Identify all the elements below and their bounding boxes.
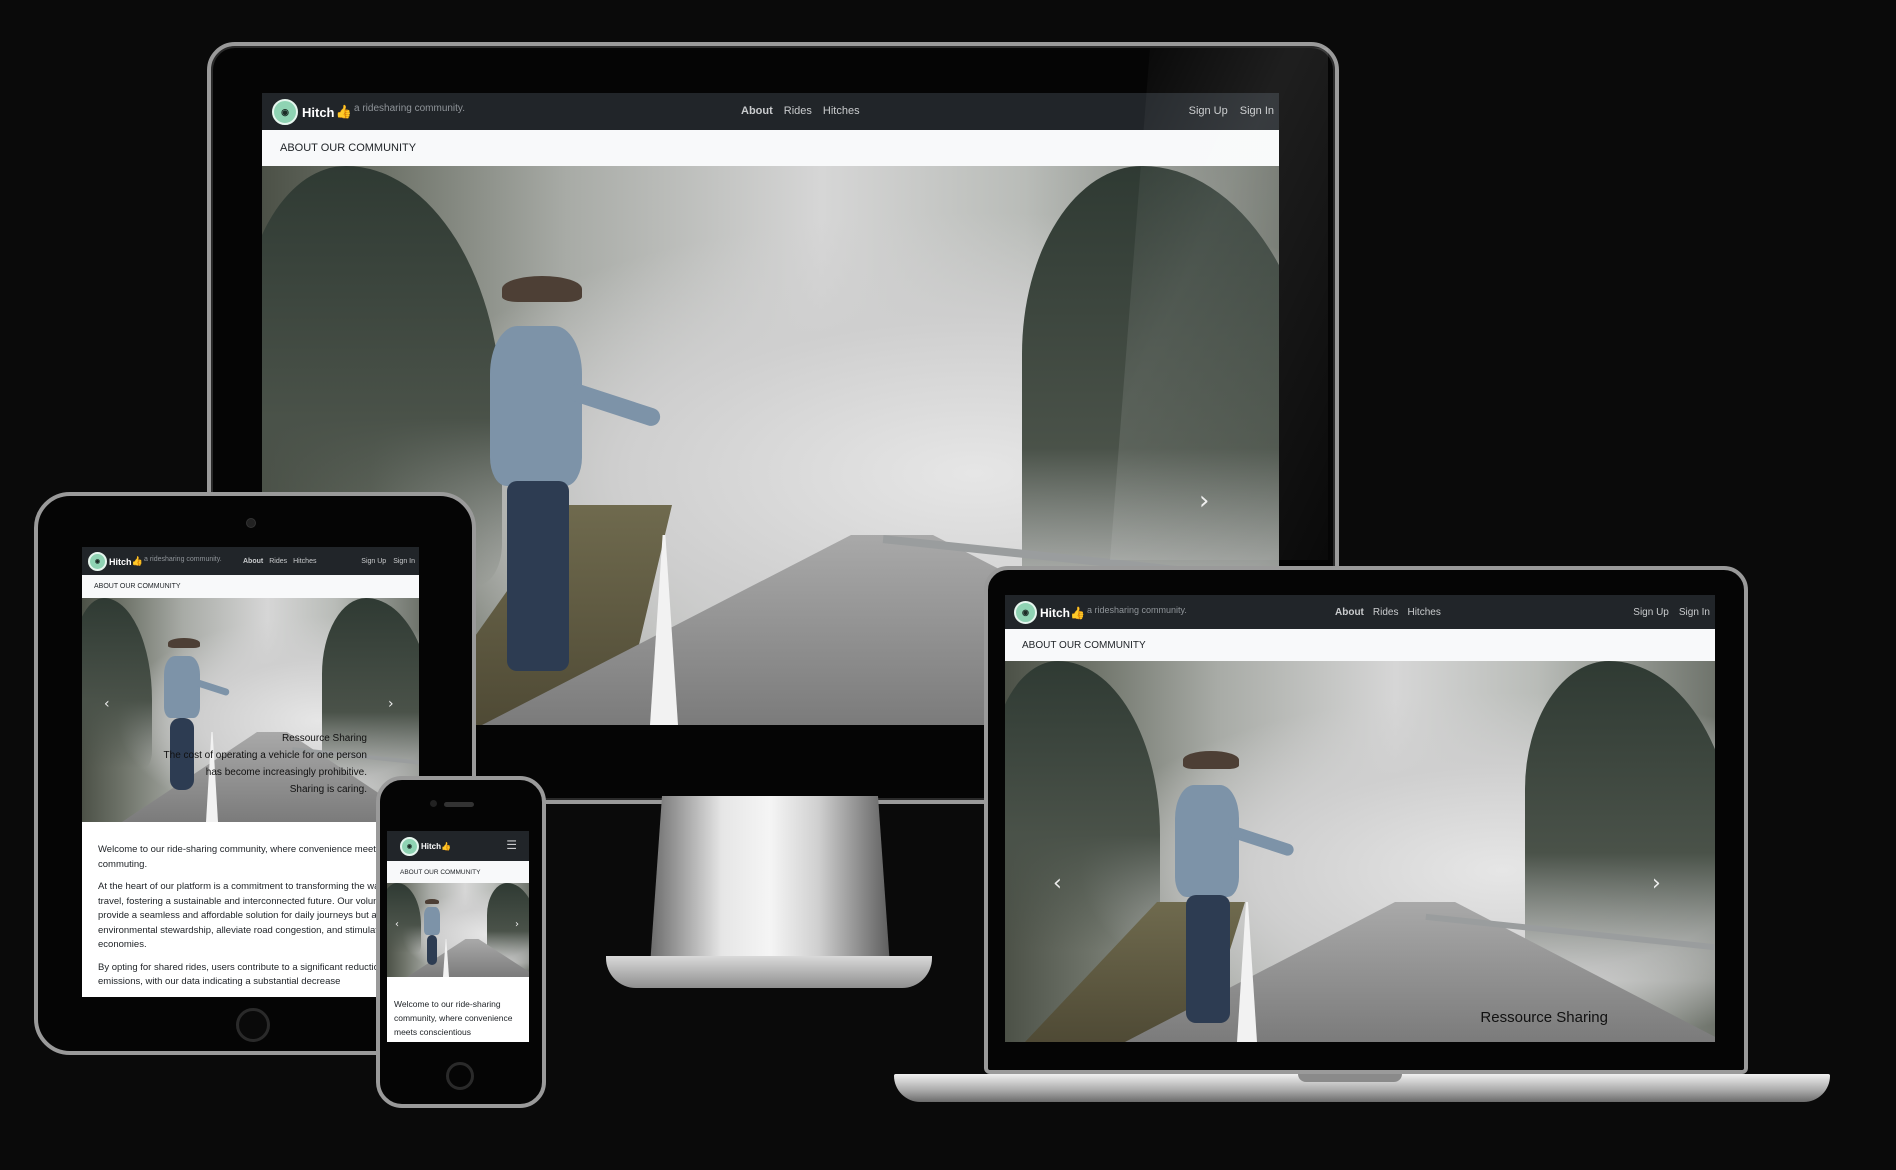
carousel-next-icon[interactable]: › (388, 696, 394, 712)
carousel-caption: Ressource Sharing (1480, 1009, 1608, 1026)
section-title: ABOUT OUR COMMUNITY (400, 868, 481, 876)
brand-name: Hitch (109, 556, 132, 567)
trees-left (82, 598, 152, 768)
phone-screen: ◉ Hitch 👍 ☰ ABOUT OUR COMMUNITY ‹ › Welc… (387, 831, 529, 1042)
section-header: ABOUT OUR COMMUNITY (1005, 629, 1715, 661)
monitor-stand (650, 796, 890, 966)
paragraph-3: By opting for shared rides, users contri… (98, 961, 419, 988)
brand-name: Hitch (302, 104, 335, 120)
hitch-logo-icon: ◉ (1014, 601, 1037, 624)
main-nav: About Rides Hitches (741, 105, 860, 117)
tagline: a ridesharing community. (1087, 605, 1187, 615)
monitor-foot (606, 956, 932, 988)
about-text: Welcome to our ride-sharing community, w… (98, 843, 419, 997)
brand[interactable]: ◉ Hitch 👍 (400, 837, 451, 856)
caption-line-2: has become increasingly prohibitive. (205, 767, 367, 778)
nav-rides[interactable]: Rides (1373, 607, 1399, 618)
laptop-screen: ◉ Hitch 👍 a ridesharing community. About… (1005, 595, 1715, 1042)
main-nav: About Rides Hitches (243, 558, 316, 565)
phone-home-button[interactable] (446, 1062, 474, 1090)
auth-nav: Sign Up Sign In (361, 558, 415, 565)
hitch-logo-icon: ◉ (272, 99, 298, 125)
tablet-camera (246, 518, 256, 528)
main-nav: About Rides Hitches (1335, 607, 1441, 618)
sign-in-link[interactable]: Sign In (393, 558, 415, 565)
carousel-prev-icon[interactable]: ‹ (395, 919, 399, 930)
navbar: ◉ Hitch 👍 a ridesharing community. About… (82, 547, 419, 575)
about-text: Welcome to our ride-sharing community, w… (394, 997, 518, 1042)
section-header: ABOUT OUR COMMUNITY (387, 861, 529, 883)
section-title: ABOUT OUR COMMUNITY (94, 583, 181, 590)
brand-name: Hitch (1040, 605, 1070, 620)
auth-nav: Sign Up Sign In (1633, 607, 1710, 618)
carousel-next-icon[interactable]: › (1652, 871, 1661, 896)
nav-hitches[interactable]: Hitches (1407, 607, 1440, 618)
nav-hitches[interactable]: Hitches (293, 558, 316, 565)
caption-title: Ressource Sharing (1480, 1009, 1608, 1026)
section-header: ABOUT OUR COMMUNITY (262, 130, 1279, 166)
tablet-home-button[interactable] (236, 1008, 270, 1042)
caption-title: Ressource Sharing (281, 733, 367, 744)
carousel-next-icon[interactable]: › (515, 919, 519, 930)
hamburger-menu-icon[interactable]: ☰ (506, 838, 517, 852)
hitch-logo-icon: ◉ (88, 552, 107, 571)
laptop-notch (1298, 1074, 1402, 1082)
thumbs-up-icon: 👍 (335, 104, 352, 119)
trees-left (387, 883, 421, 953)
nav-about[interactable]: About (1335, 607, 1364, 618)
brand-name: Hitch (421, 842, 441, 851)
phone-speaker (444, 802, 474, 807)
phone-camera (430, 800, 437, 807)
tagline: a ridesharing community. (354, 103, 465, 114)
nav-rides[interactable]: Rides (784, 105, 812, 117)
paragraph-2: At the heart of our platform is a commit… (98, 881, 419, 950)
caption-line-3: Sharing is caring. (289, 784, 367, 795)
paragraph-1: Welcome to our ride-sharing community, w… (98, 844, 419, 870)
thumbs-up-icon: 👍 (131, 556, 143, 566)
navbar: ◉ Hitch 👍 ☰ (387, 831, 529, 861)
tagline: a ridesharing community. (144, 556, 222, 563)
sign-up-link[interactable]: Sign Up (1633, 607, 1669, 618)
caption-line-1: The cost of operating a vehicle for one … (163, 750, 367, 761)
sign-up-link[interactable]: Sign Up (361, 558, 386, 565)
brand[interactable]: ◉ Hitch 👍 (88, 552, 143, 571)
trees-left (1005, 661, 1160, 951)
thumbs-up-icon: 👍 (1070, 605, 1085, 620)
nav-about[interactable]: About (741, 105, 773, 117)
nav-about[interactable]: About (243, 558, 263, 565)
nav-rides[interactable]: Rides (269, 558, 287, 565)
tablet-screen: ◉ Hitch 👍 a ridesharing community. About… (82, 547, 419, 997)
carousel-prev-icon[interactable]: ‹ (104, 696, 110, 712)
hero-carousel[interactable]: ‹ › Ressource Sharing (1005, 661, 1715, 1042)
section-header: ABOUT OUR COMMUNITY (82, 575, 419, 598)
section-title: ABOUT OUR COMMUNITY (1022, 639, 1146, 651)
carousel-prev-icon[interactable]: ‹ (1053, 871, 1062, 896)
road-line (1237, 902, 1257, 1042)
navbar: ◉ Hitch 👍 a ridesharing community. About… (262, 93, 1279, 130)
brand[interactable]: ◉ Hitch 👍 (1014, 601, 1085, 624)
thumbs-up-icon: 👍 (441, 842, 451, 851)
hero-carousel[interactable]: ‹ › Ressource Sharing The cost of operat… (82, 598, 419, 822)
brand[interactable]: ◉ Hitch 👍 (272, 99, 352, 125)
nav-hitches[interactable]: Hitches (823, 105, 860, 117)
section-title: ABOUT OUR COMMUNITY (280, 142, 417, 154)
carousel-caption: Ressource Sharing The cost of operating … (164, 730, 367, 798)
navbar: ◉ Hitch 👍 a ridesharing community. About… (1005, 595, 1715, 629)
hitch-logo-icon: ◉ (400, 837, 419, 856)
paragraph-1: Welcome to our ride-sharing community, w… (394, 999, 513, 1037)
sign-in-link[interactable]: Sign In (1679, 607, 1710, 618)
hero-carousel[interactable]: ‹ › (387, 883, 529, 977)
